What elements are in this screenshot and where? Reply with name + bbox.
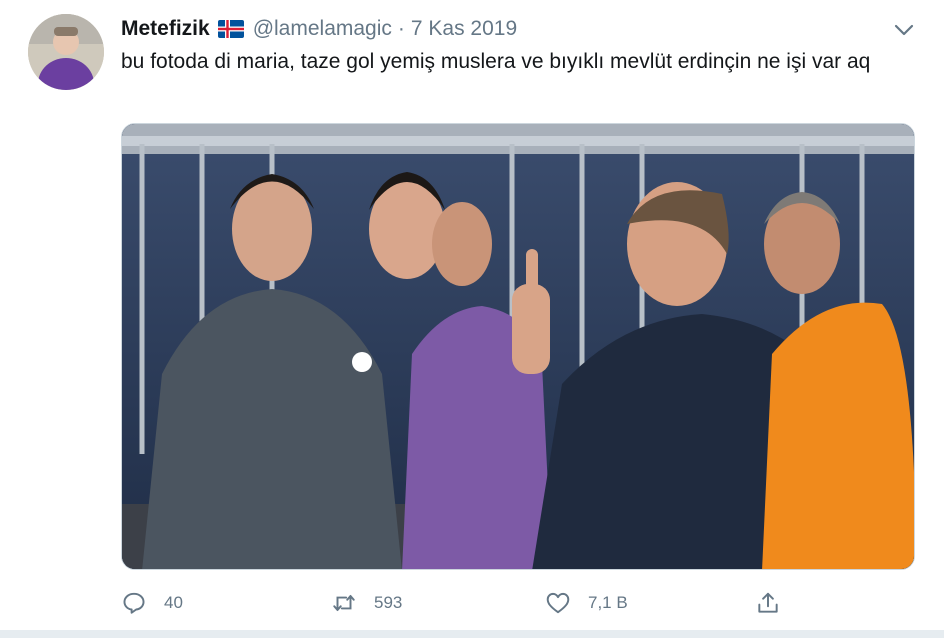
- like-icon: [546, 592, 570, 614]
- tweet[interactable]: Metefizik @lamelamagic · 7 Kas 2019 bu f…: [0, 0, 944, 638]
- reply-button[interactable]: 40: [121, 586, 183, 620]
- caret-down-icon[interactable]: [890, 18, 918, 42]
- tweet-photo[interactable]: [121, 123, 915, 570]
- share-button[interactable]: [755, 586, 781, 620]
- like-button[interactable]: 7,1 B: [545, 586, 628, 620]
- reply-icon: [123, 592, 145, 614]
- display-name[interactable]: Metefizik: [121, 17, 210, 41]
- separator-dot: ·: [397, 17, 405, 40]
- tweet-header: Metefizik @lamelamagic · 7 Kas 2019: [121, 14, 517, 44]
- retweet-count: 593: [374, 593, 403, 612]
- retweet-button[interactable]: 593: [331, 586, 402, 620]
- user-handle[interactable]: @lamelamagic: [253, 17, 392, 41]
- tweet-divider: [0, 630, 944, 638]
- tweet-date[interactable]: 7 Kas 2019: [411, 17, 517, 41]
- like-count: 7,1 B: [588, 593, 628, 612]
- reply-count: 40: [164, 593, 183, 612]
- share-icon: [758, 592, 778, 613]
- tweet-actions: 40 593 7,1 B: [121, 586, 915, 620]
- tweet-text: bu fotoda di maria, taze gol yemiş musle…: [121, 50, 871, 73]
- retweet-icon: [333, 594, 355, 612]
- iceland-flag-icon: [217, 20, 244, 38]
- avatar[interactable]: [28, 14, 104, 90]
